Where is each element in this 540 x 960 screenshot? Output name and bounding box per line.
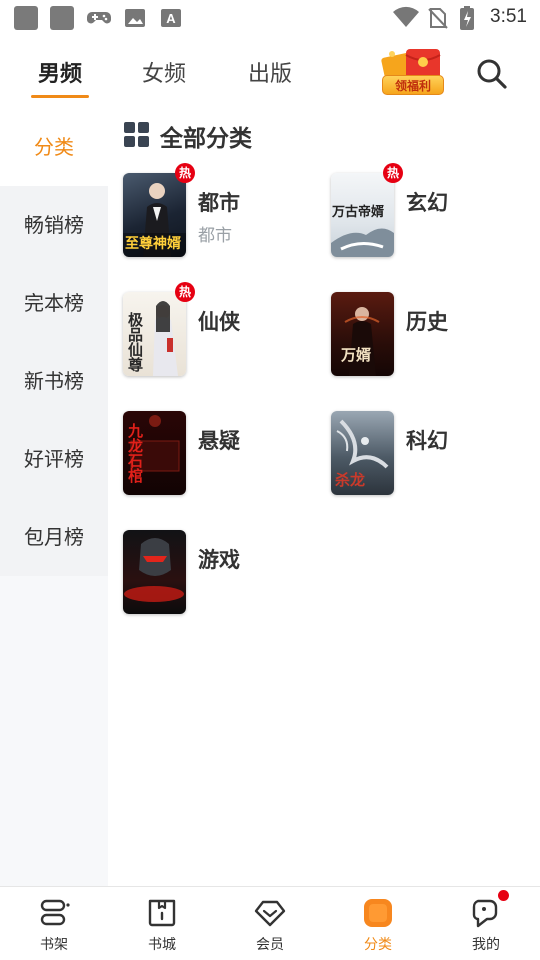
category-scifi[interactable]: 杀龙 科幻 [331, 411, 531, 501]
nav-label: 书城 [148, 937, 176, 953]
category-name: 科幻 [406, 429, 448, 453]
book-cover: 万古帝婿 [331, 173, 394, 257]
no-sim-icon [428, 8, 448, 29]
status-bar: A 3:51 [0, 0, 540, 36]
search-icon[interactable] [474, 56, 510, 92]
sidebar-item-new-books[interactable]: 新书榜 [0, 342, 108, 420]
active-tab-indicator [31, 95, 89, 98]
app-icon [14, 6, 38, 30]
sidebar-item-category[interactable]: 分类 [0, 108, 108, 186]
nav-label: 我的 [472, 937, 500, 953]
category-urban[interactable]: 至尊神婿 热 都市 都市 [123, 163, 323, 263]
category-xianxia[interactable]: 极品仙尊 热 仙侠 [123, 282, 323, 382]
nav-bookshelf[interactable]: 书架 [0, 887, 108, 960]
cover-title: 万古帝婿 [332, 205, 385, 220]
diamond-icon [254, 900, 286, 927]
category-history[interactable]: 万婿 历史 [331, 292, 531, 382]
wifi-icon [393, 6, 419, 27]
category-name: 都市 [198, 191, 240, 215]
nav-label: 分类 [364, 937, 392, 953]
sidebar-item-bestseller[interactable]: 畅销榜 [0, 186, 108, 264]
cover-title: 至尊神婿 [125, 236, 181, 252]
battery-charging-icon [460, 6, 474, 30]
cover-title: 万婿 [341, 346, 372, 364]
book-cover: 杀龙 [331, 411, 394, 495]
cover-title: 杀龙 [335, 471, 366, 489]
font-icon: A [161, 9, 181, 27]
hot-badge: 热 [383, 163, 403, 183]
clock: 3:51 [490, 6, 527, 27]
nav-bookstore[interactable]: 书城 [108, 887, 216, 960]
nav-label: 会员 [256, 937, 284, 953]
book-cover: 极品仙尊 [123, 292, 186, 376]
tab-male[interactable]: 男频 [38, 56, 82, 88]
hot-badge: 热 [175, 282, 195, 302]
category-mystery[interactable]: 九龙石棺 悬疑 [123, 411, 323, 501]
nav-category[interactable]: 分类 [324, 887, 432, 960]
welfare-button[interactable]: 领福利 [378, 45, 448, 99]
bottom-nav: 书架 书城 会员 分类 我的 [0, 886, 540, 960]
welfare-label: 领福利 [382, 75, 444, 95]
sidebar: 分类 畅销榜 完本榜 新书榜 好评榜 包月榜 [0, 108, 108, 886]
category-name: 仙侠 [198, 310, 240, 334]
category-fantasy[interactable]: 万古帝婿 热 玄幻 [331, 163, 531, 263]
cover-title: 极品仙尊 [126, 312, 144, 372]
cover-title: 九龙石棺 [126, 423, 144, 483]
nav-profile[interactable]: 我的 [432, 887, 540, 960]
app-icon [50, 6, 74, 30]
category-name: 游戏 [198, 548, 240, 572]
category-game[interactable]: 游戏 [123, 530, 323, 620]
tab-publish[interactable]: 出版 [248, 56, 292, 88]
book-cover: 九龙石棺 [123, 411, 186, 495]
svg-text:A: A [166, 11, 176, 26]
top-tab-bar: 男频 女频 出版 [0, 40, 540, 104]
book-store-icon [148, 899, 176, 927]
category-icon [364, 899, 392, 927]
tab-female[interactable]: 女频 [142, 56, 186, 88]
notification-dot [498, 890, 509, 901]
bookshelf-icon [40, 899, 70, 926]
gamepad-icon [87, 12, 111, 24]
category-name: 玄幻 [406, 191, 448, 215]
image-icon [125, 9, 145, 27]
category-subtitle: 都市 [198, 226, 232, 246]
category-name: 历史 [406, 310, 448, 334]
grid-icon [124, 122, 150, 148]
category-name: 悬疑 [198, 429, 240, 453]
book-cover: 万婿 [331, 292, 394, 376]
section-title: 全部分类 [160, 126, 252, 152]
book-cover: 至尊神婿 [123, 173, 186, 257]
sidebar-item-monthly[interactable]: 包月榜 [0, 498, 108, 576]
sidebar-item-completed[interactable]: 完本榜 [0, 264, 108, 342]
profile-icon [472, 899, 498, 928]
hot-badge: 热 [175, 163, 195, 183]
nav-membership[interactable]: 会员 [216, 887, 324, 960]
book-cover [123, 530, 186, 614]
sidebar-item-top-rated[interactable]: 好评榜 [0, 420, 108, 498]
nav-label: 书架 [40, 937, 68, 953]
